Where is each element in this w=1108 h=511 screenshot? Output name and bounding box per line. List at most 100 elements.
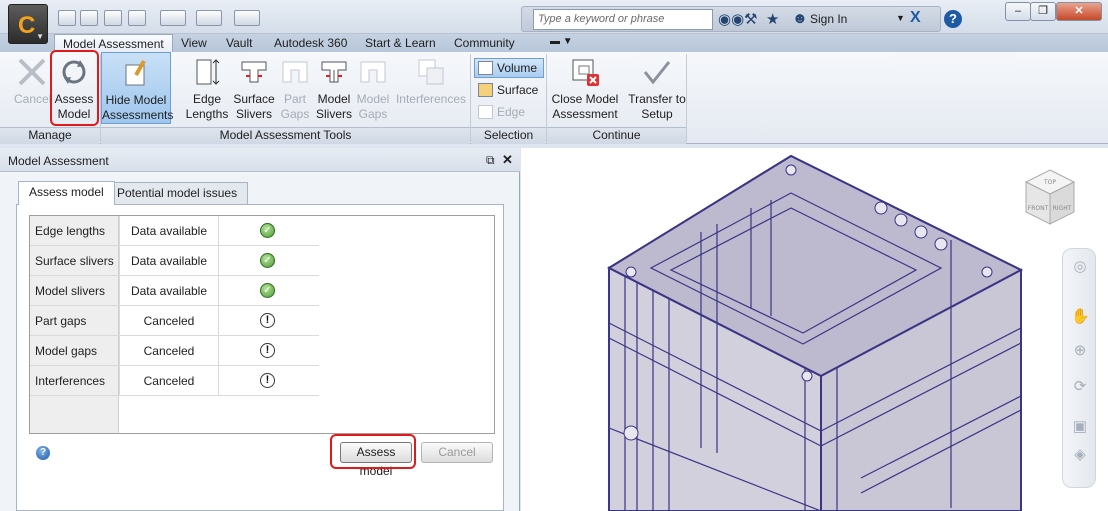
cancel-button: Cancel (14, 52, 52, 124)
undock-icon[interactable]: ⧉ (486, 153, 495, 168)
title-bar: Type a keyword or phrase ◉◉ ⚒ ★ ☻ Sign I… (0, 0, 1108, 34)
row-name: Surface slivers (35, 254, 114, 268)
orbit-icon[interactable]: ⟳ (1071, 377, 1089, 395)
table-row: Part gaps Canceled! (30, 306, 319, 336)
row-status: Canceled (119, 366, 219, 395)
edge-lengths-label: Edge Lengths (185, 92, 229, 121)
table-row: Model gaps Canceled! (30, 336, 319, 366)
palette-title: Model Assessment (0, 148, 520, 172)
ribbon: Cancel Assess Model Hide Model Assessmen… (0, 50, 1108, 144)
pan-hand-icon[interactable]: ✋ (1071, 307, 1090, 325)
row-name: Edge lengths (35, 224, 106, 238)
tab-autodesk-360[interactable]: Autodesk 360 (266, 34, 355, 52)
help-icon[interactable]: ? (944, 10, 962, 28)
tab-view[interactable]: View (173, 34, 215, 52)
row-status: Data available (119, 246, 219, 275)
binoculars-icon[interactable]: ◉◉ (718, 10, 744, 28)
surface-selection-button[interactable]: Surface (474, 80, 544, 100)
cancel-x-icon (16, 56, 48, 88)
interferences-button: Interferences (394, 52, 468, 124)
print-icon[interactable] (128, 10, 146, 26)
transfer-to-setup-button[interactable]: Transfer to Setup (628, 52, 686, 124)
search-input[interactable]: Type a keyword or phrase (533, 9, 713, 30)
document-icon[interactable] (160, 10, 186, 26)
row-name: Interferences (35, 374, 106, 388)
model-slivers-button[interactable]: Model Slivers (314, 52, 354, 124)
surface-slivers-icon (238, 56, 270, 88)
volume-label: Volume (497, 61, 538, 75)
look-at-icon[interactable]: ▣ (1071, 417, 1089, 435)
help-icon[interactable]: ? (36, 446, 50, 460)
tab-vault[interactable]: Vault (218, 34, 260, 52)
application-menu-button[interactable]: C ▼ (8, 4, 48, 44)
close-model-assessment-label: Close Model Assessment (551, 92, 619, 121)
model-assessment-palette: Model Assessment ⧉ ✕ Assess model Potent… (0, 148, 520, 511)
exclamation-icon: ! (260, 313, 275, 328)
part-gaps-icon (279, 56, 311, 88)
volume-selection-button[interactable]: Volume (474, 58, 544, 78)
chevron-down-icon[interactable]: ▼ (896, 13, 905, 23)
edge-lengths-button[interactable]: Edge Lengths (184, 52, 230, 124)
row-name: Model slivers (35, 284, 106, 298)
close-icon[interactable]: ✕ (502, 152, 513, 168)
user-icon[interactable]: ☻ (792, 10, 808, 27)
tab-potential-model-issues[interactable]: Potential model issues (106, 182, 249, 204)
interferences-icon (415, 56, 447, 88)
navigation-bar: ◎ ✋ ⊕ ⟳ ▣ ◈ (1062, 248, 1096, 488)
zoom-icon[interactable]: ⊕ (1071, 341, 1089, 359)
edge-icon (478, 105, 493, 119)
model-slivers-icon (318, 56, 350, 88)
highlight-assess-model (50, 50, 99, 126)
model-viewport[interactable]: TOP FRONT RIGHT ◎ ✋ ⊕ ⟳ ▣ ◈ (521, 148, 1108, 511)
new-icon[interactable] (58, 10, 76, 26)
tab-start-learn[interactable]: Start & Learn (357, 34, 444, 52)
highlight-assess-button (330, 434, 416, 469)
check-icon: ✓ (260, 283, 275, 298)
close-assessment-icon (569, 56, 601, 88)
tab-community[interactable]: Community (446, 34, 523, 52)
chevron-down-icon: ▼ (36, 32, 44, 41)
surface-icon (478, 83, 493, 97)
part-gaps-label: Part Gaps (280, 92, 310, 121)
close-model-assessment-button[interactable]: Close Model Assessment (548, 52, 622, 124)
minimize-button[interactable]: – (1005, 2, 1031, 21)
show-motion-icon[interactable]: ◈ (1071, 445, 1089, 463)
panel-label-continue: Continue (547, 127, 686, 144)
open-icon[interactable] (80, 10, 98, 26)
exchange-x-icon[interactable]: X (910, 9, 921, 27)
viewcube[interactable]: TOP FRONT RIGHT (1024, 168, 1076, 228)
app-logo-icon: C (18, 12, 36, 39)
hide-model-assessments-button[interactable]: Hide Model Assessments (101, 52, 174, 124)
cancel-label: Cancel (14, 92, 52, 106)
model-gaps-icon (357, 56, 389, 88)
panel-options-icon[interactable]: ▬ ▼ (542, 34, 581, 52)
divider (686, 54, 687, 142)
hide-label: Hide Model Assessments (102, 93, 174, 122)
checkmark-icon (641, 56, 673, 88)
edge-label: Edge (497, 105, 526, 119)
model-gaps-label: Model Gaps (356, 92, 390, 121)
sign-in-link[interactable]: Sign In (810, 12, 847, 26)
row-status: Data available (119, 216, 219, 245)
surface-slivers-button[interactable]: Surface Slivers (232, 52, 276, 124)
surface-slivers-label: Surface Slivers (233, 92, 275, 121)
panel-label-tools: Model Assessment Tools (101, 127, 470, 144)
surface-label: Surface (497, 83, 539, 97)
shape-icon[interactable] (196, 10, 222, 26)
ribbon-tabs: Model Assessment View Vault Autodesk 360… (0, 34, 1108, 52)
palette-body: Edge lengths Data available ✓ Surface slive… (16, 204, 504, 511)
save-icon[interactable] (104, 10, 122, 26)
assessment-table: Edge lengths Data available ✓ Surface slive… (29, 215, 495, 434)
check-icon: ✓ (260, 253, 275, 268)
table-row: Surface slivers Data available ✓ (30, 246, 319, 276)
close-window-button[interactable]: ✕ (1056, 2, 1102, 21)
wrench-icon[interactable]: ⚒ (744, 10, 757, 28)
steering-wheel-icon[interactable]: ◎ (1071, 257, 1089, 275)
tab-assess-model[interactable]: Assess model (18, 181, 115, 205)
transfer-to-setup-label: Transfer to Setup (628, 92, 686, 121)
exclamation-icon: ! (260, 373, 275, 388)
restore-button[interactable]: ❐ (1030, 2, 1056, 21)
panel-label-selection: Selection (471, 127, 546, 144)
star-icon[interactable]: ★ (766, 10, 779, 28)
properties-icon[interactable] (234, 10, 260, 26)
